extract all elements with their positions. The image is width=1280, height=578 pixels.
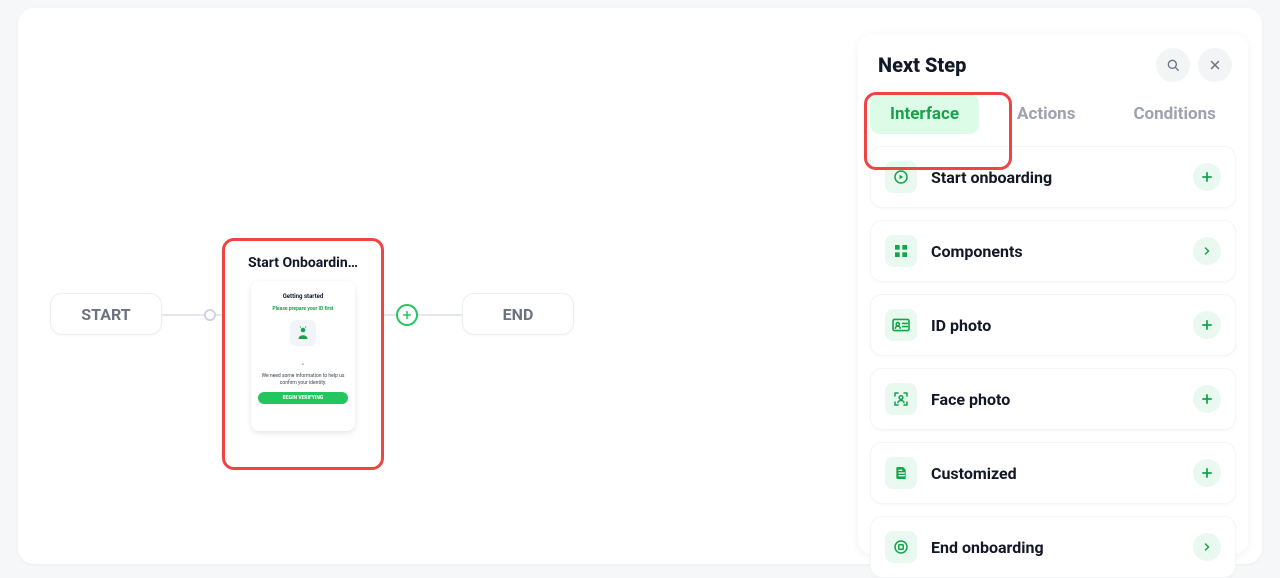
panel-item-customized[interactable]: Customized xyxy=(870,442,1236,504)
panel-item-label: Start onboarding xyxy=(931,168,1193,187)
play-icon xyxy=(885,161,917,193)
connector-line xyxy=(418,314,462,316)
panel-item-end-onboarding[interactable]: End onboarding xyxy=(870,516,1236,578)
search-button[interactable] xyxy=(1156,48,1190,82)
next-step-panel: Next Step Interface Actions Conditions Sta… xyxy=(858,34,1248,554)
panel-item-label: Customized xyxy=(931,464,1193,483)
panel-item-components[interactable]: Components xyxy=(870,220,1236,282)
panel-item-face-photo[interactable]: Face photo xyxy=(870,368,1236,430)
stop-icon xyxy=(885,531,917,563)
end-node[interactable]: END xyxy=(462,293,574,335)
idcard-icon xyxy=(885,309,917,341)
phone-body: We need some information to help us conf… xyxy=(257,373,349,386)
flow-card-start-onboarding[interactable]: Start Onboardin… Getting started Please … xyxy=(222,238,384,470)
panel-item-label: Components xyxy=(931,242,1193,261)
connector-line xyxy=(158,314,206,316)
workflow-canvas: START Start Onboardin… Getting started P… xyxy=(18,8,1262,564)
connector-dot[interactable] xyxy=(204,309,216,321)
phone-heading: Getting started xyxy=(283,293,324,300)
add-button[interactable] xyxy=(1193,311,1221,339)
add-button[interactable] xyxy=(1193,163,1221,191)
panel-item-label: End onboarding xyxy=(931,538,1193,557)
panel-item-id-photo[interactable]: ID photo xyxy=(870,294,1236,356)
grid-icon xyxy=(885,235,917,267)
close-button[interactable] xyxy=(1198,48,1232,82)
add-step-button[interactable] xyxy=(396,304,418,326)
pager-dot: • xyxy=(302,360,305,369)
tabs-wrap: Interface Actions Conditions xyxy=(858,88,1248,146)
phone-preview: Getting started Please prepare your ID f… xyxy=(251,281,355,431)
close-icon xyxy=(1208,58,1222,72)
panel-items: Start onboarding Components ID photo Face p… xyxy=(858,146,1248,578)
phone-subheading: Please prepare your ID first xyxy=(272,306,333,312)
doc-icon xyxy=(885,457,917,489)
panel-item-label: ID photo xyxy=(931,316,1193,335)
panel-item-start-onboarding[interactable]: Start onboarding xyxy=(870,146,1236,208)
start-node[interactable]: START xyxy=(50,293,162,335)
add-button[interactable] xyxy=(1193,459,1221,487)
tab-conditions[interactable]: Conditions xyxy=(1113,94,1235,134)
expand-button[interactable] xyxy=(1193,237,1221,265)
start-node-label: START xyxy=(81,305,130,324)
expand-button[interactable] xyxy=(1193,533,1221,561)
panel-header: Next Step xyxy=(858,34,1248,88)
phone-begin-button: BEGIN VERIFYING xyxy=(258,392,348,404)
flow-card-title: Start Onboardin… xyxy=(235,255,371,271)
avatar-illustration xyxy=(290,320,316,346)
tab-actions[interactable]: Actions xyxy=(997,94,1095,134)
panel-title: Next Step xyxy=(878,53,966,77)
panel-item-label: Face photo xyxy=(931,390,1193,409)
tab-interface[interactable]: Interface xyxy=(870,94,979,134)
end-node-label: END xyxy=(503,305,534,324)
face-icon xyxy=(885,383,917,415)
add-button[interactable] xyxy=(1193,385,1221,413)
panel-actions xyxy=(1156,48,1232,82)
tabs: Interface Actions Conditions xyxy=(870,94,1236,134)
search-icon xyxy=(1165,57,1181,73)
